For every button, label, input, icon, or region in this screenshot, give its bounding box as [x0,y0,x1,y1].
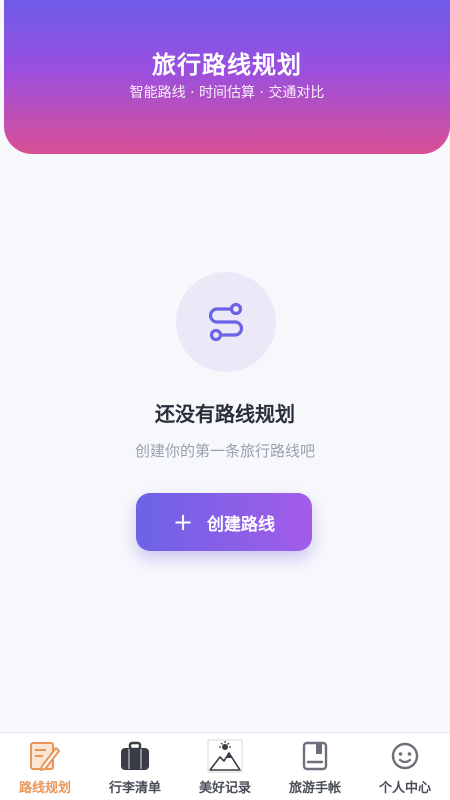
nav-label-luggage: 行李清单 [108,781,161,796]
create-route-button[interactable]: + 创建路线 [136,493,312,551]
route-planning-screen: 旅行路线规划 智能路线 · 时间估算 · 交通对比 还没有路线规划 创建你的第一… [0,0,450,800]
nav-item-memories[interactable]: 美好记录 [180,733,270,800]
header-banner: 旅行路线规划 智能路线 · 时间估算 · 交通对比 [4,0,450,154]
nav-label-profile: 个人中心 [378,781,431,796]
nav-item-route-plan[interactable]: 路线规划 [0,733,90,800]
luggage-icon [117,739,153,773]
empty-state-subtitle: 创建你的第一条旅行路线吧 [134,442,315,460]
bottom-navigation: 路线规划 行李清单 美好记录 旅游手帐 个人中心 [0,732,450,800]
nav-label-memories: 美好记录 [198,781,251,796]
mountain-photo-icon [207,739,243,773]
nav-item-luggage[interactable]: 行李清单 [90,733,180,800]
page-subtitle: 智能路线 · 时间估算 · 交通对比 [129,85,325,101]
create-route-button-label: 创建路线 [207,514,276,535]
empty-state-title: 还没有路线规划 [155,402,295,426]
nav-label-route-plan: 路线规划 [18,781,71,796]
journal-icon [297,739,333,773]
route-plan-icon [27,739,63,773]
nav-label-journal: 旅游手帐 [288,781,341,796]
plus-icon: + [172,508,194,536]
route-icon [208,302,244,342]
empty-state-icon-container [176,272,276,372]
nav-item-profile[interactable]: 个人中心 [360,733,450,800]
profile-face-icon [387,739,423,773]
page-title: 旅行路线规划 [152,51,302,79]
nav-item-journal[interactable]: 旅游手帐 [270,733,360,800]
